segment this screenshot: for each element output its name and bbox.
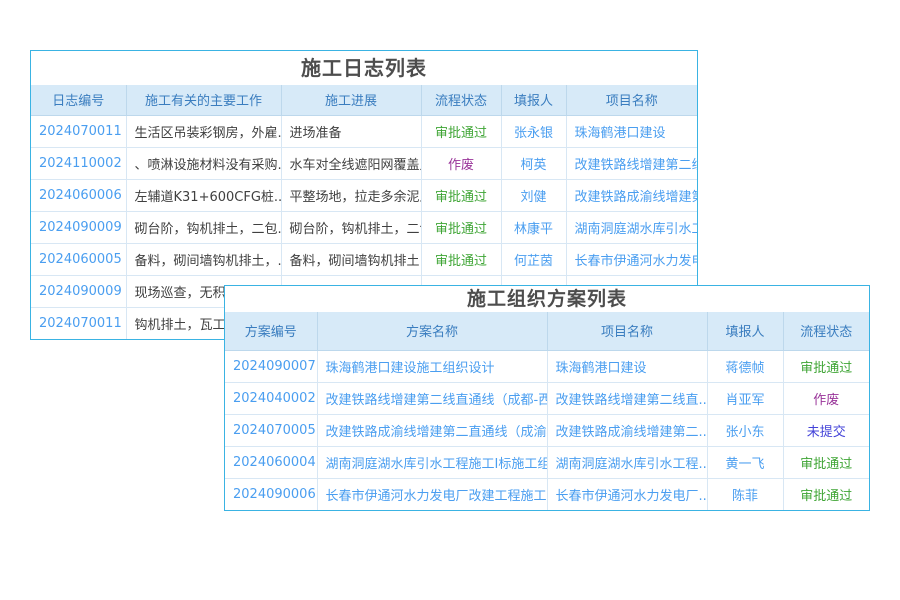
log-table-row: 2024110002、喷淋设施材料没有采购...水车对全线遮阳网覆盖点...作废…	[31, 147, 697, 179]
plan-cell-id[interactable]: 2024090007	[225, 350, 317, 382]
log-column-header-progress: 施工进展	[281, 85, 421, 115]
log-table-row: 2024060005备料，砌间墙钩机排土，...备料，砌间墙钩机排土，...审批…	[31, 243, 697, 275]
plan-cell-id[interactable]: 2024090006	[225, 478, 317, 510]
log-cell-work: 、喷淋设施材料没有采购...	[126, 147, 281, 179]
log-header-row: 日志编号施工有关的主要工作施工进展流程状态填报人项目名称	[31, 85, 697, 115]
log-cell-work: 砌台阶，钩机排土，二包...	[126, 211, 281, 243]
log-column-header-status: 流程状态	[421, 85, 501, 115]
construction-log-title: 施工日志列表	[31, 51, 697, 85]
log-cell-project[interactable]: 改建铁路线增建第二线...	[566, 147, 697, 179]
plan-column-header-name: 方案名称	[317, 312, 547, 350]
log-cell-progress: 平整场地，拉走多余泥土...	[281, 179, 421, 211]
log-cell-reporter[interactable]: 何芷茵	[501, 243, 566, 275]
log-cell-status: 作废	[421, 147, 501, 179]
plan-cell-name[interactable]: 改建铁路成渝线增建第二直通线（成渝枢...	[317, 414, 547, 446]
log-cell-progress: 进场准备	[281, 115, 421, 147]
plan-cell-reporter[interactable]: 黄一飞	[707, 446, 783, 478]
plan-column-header-project: 项目名称	[547, 312, 707, 350]
construction-plan-title: 施工组织方案列表	[225, 286, 869, 312]
log-cell-work: 备料，砌间墙钩机排土，...	[126, 243, 281, 275]
plan-cell-reporter[interactable]: 张小东	[707, 414, 783, 446]
plan-cell-project[interactable]: 湖南洞庭湖水库引水工程...	[547, 446, 707, 478]
log-cell-project[interactable]: 湖南洞庭湖水库引水工...	[566, 211, 697, 243]
log-cell-id[interactable]: 2024070011	[31, 307, 126, 339]
plan-cell-status: 作废	[783, 382, 869, 414]
plan-cell-name[interactable]: 珠海鹤港口建设施工组织设计	[317, 350, 547, 382]
log-cell-status: 审批通过	[421, 115, 501, 147]
plan-cell-project[interactable]: 改建铁路成渝线增建第二...	[547, 414, 707, 446]
plan-cell-name[interactable]: 改建铁路线增建第二线直通线（成都-西...	[317, 382, 547, 414]
log-cell-status: 审批通过	[421, 179, 501, 211]
plan-column-header-status: 流程状态	[783, 312, 869, 350]
log-column-header-work: 施工有关的主要工作	[126, 85, 281, 115]
plan-cell-status: 审批通过	[783, 350, 869, 382]
log-table-row: 2024070011生活区吊装彩钢房，外雇...进场准备审批通过张永银珠海鹤港口…	[31, 115, 697, 147]
log-cell-reporter[interactable]: 林康平	[501, 211, 566, 243]
plan-cell-name[interactable]: 长春市伊通河水力发电厂改建工程施工组...	[317, 478, 547, 510]
plan-cell-status: 审批通过	[783, 446, 869, 478]
construction-plan-panel: 施工组织方案列表 方案编号方案名称项目名称填报人流程状态 2024090007珠…	[224, 285, 870, 511]
log-cell-progress: 备料，砌间墙钩机排土，...	[281, 243, 421, 275]
log-cell-id[interactable]: 2024090009	[31, 211, 126, 243]
log-cell-progress: 砌台阶，钩机排土，二包...	[281, 211, 421, 243]
log-cell-id[interactable]: 2024060006	[31, 179, 126, 211]
plan-cell-name[interactable]: 湖南洞庭湖水库引水工程施工I标施工组织...	[317, 446, 547, 478]
construction-plan-table: 方案编号方案名称项目名称填报人流程状态 2024090007珠海鹤港口建设施工组…	[225, 312, 869, 510]
log-cell-project[interactable]: 改建铁路成渝线增建第...	[566, 179, 697, 211]
log-cell-progress: 水车对全线遮阳网覆盖点...	[281, 147, 421, 179]
plan-column-header-reporter: 填报人	[707, 312, 783, 350]
plan-cell-status: 审批通过	[783, 478, 869, 510]
log-cell-id[interactable]: 2024060005	[31, 243, 126, 275]
log-cell-project[interactable]: 长春市伊通河水力发电...	[566, 243, 697, 275]
log-cell-id[interactable]: 2024070011	[31, 115, 126, 147]
log-cell-status: 审批通过	[421, 211, 501, 243]
log-table-row: 2024090009砌台阶，钩机排土，二包...砌台阶，钩机排土，二包...审批…	[31, 211, 697, 243]
log-cell-id[interactable]: 2024090009	[31, 275, 126, 307]
plan-cell-project[interactable]: 改建铁路线增建第二线直...	[547, 382, 707, 414]
log-cell-reporter[interactable]: 刘健	[501, 179, 566, 211]
log-column-header-project: 项目名称	[566, 85, 697, 115]
plan-table-row: 2024040002改建铁路线增建第二线直通线（成都-西...改建铁路线增建第二…	[225, 382, 869, 414]
plan-cell-project[interactable]: 珠海鹤港口建设	[547, 350, 707, 382]
log-cell-project[interactable]: 珠海鹤港口建设	[566, 115, 697, 147]
plan-table-row: 2024090006长春市伊通河水力发电厂改建工程施工组...长春市伊通河水力发…	[225, 478, 869, 510]
log-column-header-id: 日志编号	[31, 85, 126, 115]
plan-cell-reporter[interactable]: 肖亚军	[707, 382, 783, 414]
log-cell-reporter[interactable]: 张永银	[501, 115, 566, 147]
plan-cell-status: 未提交	[783, 414, 869, 446]
plan-cell-id[interactable]: 2024070005	[225, 414, 317, 446]
plan-cell-id[interactable]: 2024040002	[225, 382, 317, 414]
log-column-header-reporter: 填报人	[501, 85, 566, 115]
plan-cell-id[interactable]: 2024060004	[225, 446, 317, 478]
plan-column-header-id: 方案编号	[225, 312, 317, 350]
log-cell-reporter[interactable]: 柯英	[501, 147, 566, 179]
plan-table-row: 2024060004湖南洞庭湖水库引水工程施工I标施工组织...湖南洞庭湖水库引…	[225, 446, 869, 478]
log-cell-work: 生活区吊装彩钢房，外雇...	[126, 115, 281, 147]
log-cell-id[interactable]: 2024110002	[31, 147, 126, 179]
plan-table-row: 2024090007珠海鹤港口建设施工组织设计珠海鹤港口建设蒋德帧审批通过	[225, 350, 869, 382]
log-cell-status: 审批通过	[421, 243, 501, 275]
plan-cell-reporter[interactable]: 陈菲	[707, 478, 783, 510]
plan-table-row: 2024070005改建铁路成渝线增建第二直通线（成渝枢...改建铁路成渝线增建…	[225, 414, 869, 446]
log-table-row: 2024060006左辅道K31+600CFG桩...平整场地，拉走多余泥土..…	[31, 179, 697, 211]
plan-cell-project[interactable]: 长春市伊通河水力发电厂...	[547, 478, 707, 510]
plan-header-row: 方案编号方案名称项目名称填报人流程状态	[225, 312, 869, 350]
plan-cell-reporter[interactable]: 蒋德帧	[707, 350, 783, 382]
log-cell-work: 左辅道K31+600CFG桩...	[126, 179, 281, 211]
